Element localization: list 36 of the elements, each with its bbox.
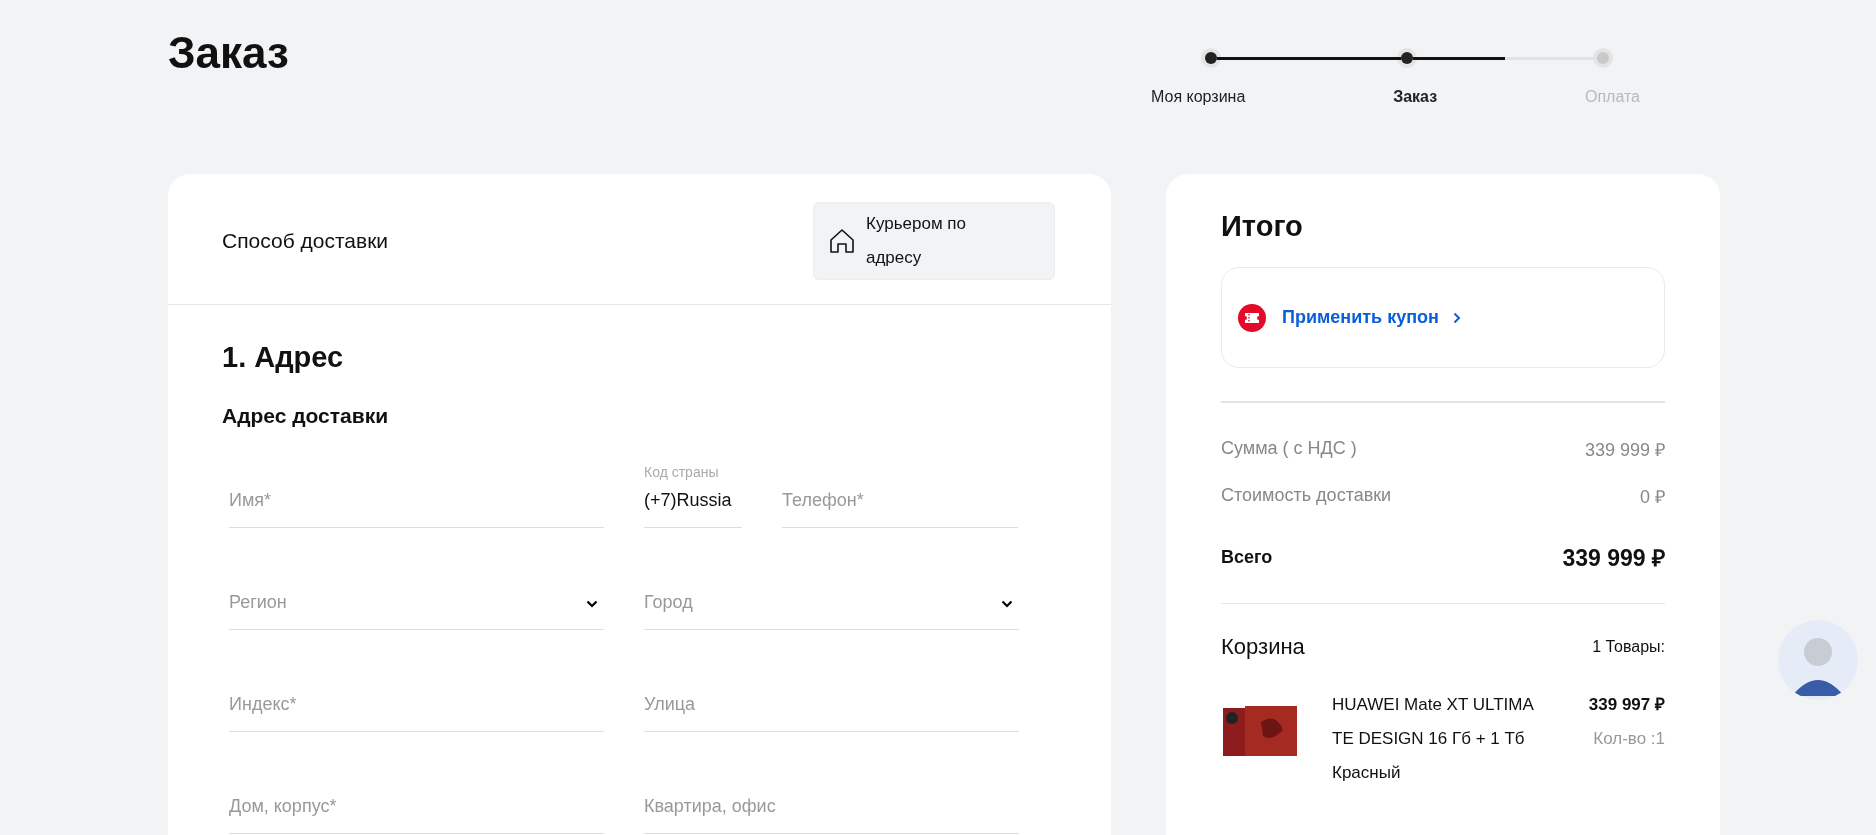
product-price: 339 997 ₽ [1588, 694, 1665, 716]
select-field[interactable]: Регион [229, 578, 604, 630]
summary-title: Итого [1221, 210, 1304, 243]
chevron-down-icon [1001, 600, 1013, 608]
apply-coupon-link[interactable]: Применить купон [1282, 307, 1439, 328]
house-icon [828, 227, 856, 255]
courier-option-button[interactable]: Курьером по адресу [813, 202, 1055, 280]
cart-count: 1 Товары: [1592, 638, 1665, 656]
country-code-field[interactable]: (+7)Russia [644, 486, 742, 528]
product-name: HUAWEI Mate XT ULTIMATE DESIGN 16 Гб + 1 Тб Красный [1332, 694, 1535, 784]
country-code-label: Код страны [644, 464, 720, 480]
chevron-down-icon [586, 600, 598, 608]
total-label: Всего [1221, 546, 1273, 568]
step-label: Моя корзина [1151, 88, 1246, 106]
input-field[interactable]: Дом, корпус* [229, 782, 604, 834]
input-field[interactable]: Телефон* [782, 476, 1018, 528]
input-field[interactable]: Имя* [229, 476, 604, 528]
summary-label: Сумма ( с НДС ) [1221, 438, 1357, 459]
cart-title: Корзина [1221, 634, 1305, 660]
chevron-right-icon [1452, 311, 1461, 324]
section-title: 1. Адрес [222, 341, 345, 374]
delivery-method-label: Способ доставки [222, 229, 389, 253]
summary-value: 0 ₽ [1640, 485, 1665, 508]
select-field[interactable]: Город [644, 578, 1019, 630]
step-label: Заказ [1393, 88, 1438, 106]
total-value: 339 999 ₽ [1562, 544, 1665, 573]
section-subtitle: Адрес доставки [222, 404, 390, 428]
input-field[interactable]: Улица [644, 680, 1019, 732]
page-title: Заказ [168, 28, 289, 79]
input-field[interactable]: Индекс* [229, 680, 604, 732]
step-label: Оплата [1584, 88, 1640, 106]
summary-value: 339 999 ₽ [1584, 438, 1665, 461]
ticket-icon [1238, 303, 1266, 332]
summary-label: Стоимость доставки [1221, 485, 1392, 506]
product-quantity: Кол-во :1 [1593, 728, 1665, 750]
input-field[interactable]: Квартира, офис [644, 782, 1019, 834]
